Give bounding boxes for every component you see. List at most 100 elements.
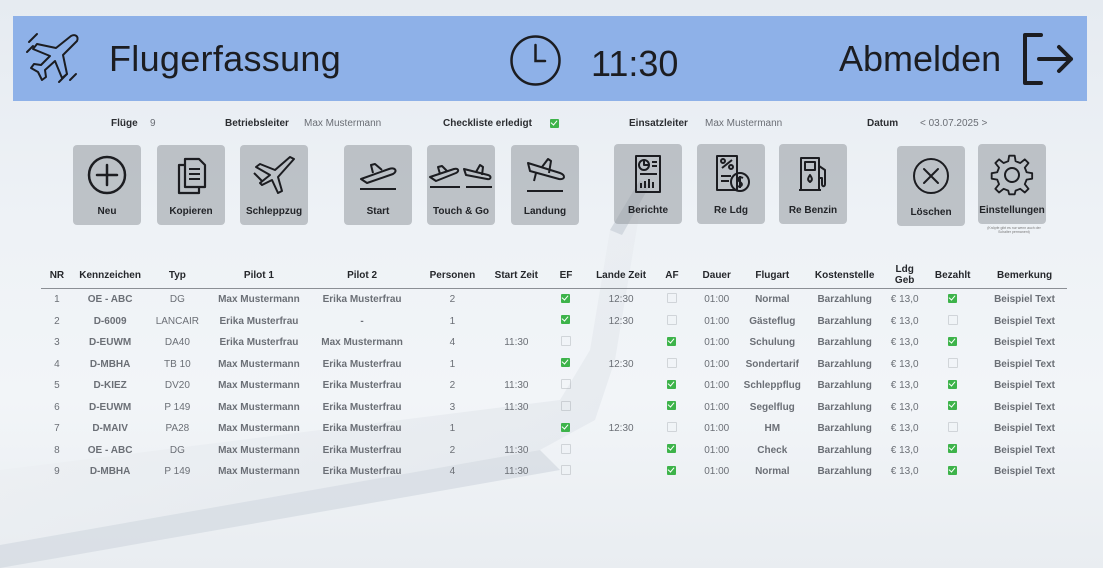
landing-button[interactable]: Landung [511, 145, 579, 225]
checkbox-unchecked[interactable] [947, 314, 958, 325]
col-kennzeichen[interactable]: Kennzeichen [72, 262, 148, 289]
cell-ef[interactable] [542, 311, 591, 333]
cell-ef[interactable] [542, 440, 591, 462]
checkbox-unchecked[interactable] [666, 314, 677, 325]
table-row[interactable]: 7 D-MAIV PA28 Max Mustermann Erika Musterfra… [41, 418, 1067, 440]
cell-bezahlt[interactable] [923, 397, 982, 419]
checkbox-checked[interactable] [948, 379, 958, 389]
checkbox-checked[interactable] [667, 379, 677, 389]
checkbox-unchecked[interactable] [666, 422, 677, 433]
copy-button[interactable]: Kopieren [157, 145, 225, 225]
checkbox-unchecked[interactable] [560, 443, 571, 454]
table-row[interactable]: 2 D-6009 LANCAIR Erika Musterfrau - 1 12:30 01:… [41, 311, 1067, 333]
checkbox-unchecked[interactable] [947, 422, 958, 433]
cell-af[interactable] [652, 418, 692, 440]
settings-button[interactable]: Einstellungen [978, 144, 1046, 224]
checkbox-checked[interactable] [667, 444, 677, 454]
col-dauer[interactable]: Dauer [692, 262, 742, 289]
start-button[interactable]: Start [344, 145, 412, 225]
checkbox-unchecked[interactable] [560, 400, 571, 411]
delete-button[interactable]: Löschen [897, 146, 965, 226]
cell-start-zeit: 11:30 [504, 444, 529, 456]
cell-bezahlt[interactable] [923, 461, 982, 483]
cell-bezahlt[interactable] [923, 440, 982, 462]
checkbox-checked[interactable] [948, 293, 958, 303]
table-row[interactable]: 1 OE - ABC DG Max Mustermann Erika Musterfra… [41, 289, 1067, 311]
col-flugart[interactable]: Flugart [741, 262, 804, 289]
logout-arrow-icon[interactable] [1019, 31, 1077, 87]
cell-bezahlt[interactable] [923, 311, 982, 333]
cell-bezahlt[interactable] [923, 418, 982, 440]
checkbox-unchecked[interactable] [560, 336, 571, 347]
cell-ef[interactable] [542, 461, 591, 483]
checkbox-checked[interactable] [561, 293, 571, 303]
col-kostenstelle[interactable]: Kostenstelle [803, 262, 887, 289]
betriebsleiter-value[interactable]: Max Mustermann [304, 118, 381, 129]
checkbox-unchecked[interactable] [947, 357, 958, 368]
cell-ef[interactable] [542, 332, 591, 354]
checkbox-unchecked[interactable] [666, 293, 677, 304]
table-row[interactable]: 3 D-EUWM DA40 Erika Musterfrau Max Musterman… [41, 332, 1067, 354]
col-start-zeit[interactable]: Start Zeit [491, 262, 542, 289]
new-button[interactable]: Neu [73, 145, 141, 225]
checkbox-unchecked[interactable] [560, 379, 571, 390]
re-ldg-button[interactable]: Re Ldg [697, 144, 765, 224]
col-pilot1[interactable]: Pilot 1 [207, 262, 311, 289]
cell-af[interactable] [652, 461, 692, 483]
checkbox-checked[interactable] [667, 465, 677, 475]
checkbox-checked[interactable] [948, 401, 958, 411]
col-typ[interactable]: Typ [147, 262, 208, 289]
cell-ef[interactable] [542, 418, 591, 440]
checkbox-checked[interactable] [667, 401, 677, 411]
table-row[interactable]: 4 D-MBHA TB 10 Max Mustermann Erika Musterfr… [41, 354, 1067, 376]
cell-ef[interactable] [542, 289, 591, 311]
cell-af[interactable] [652, 354, 692, 376]
schleppzug-button[interactable]: Schleppzug [240, 145, 308, 225]
cell-af[interactable] [652, 440, 692, 462]
cell-bezahlt[interactable] [923, 354, 982, 376]
cell-pilot2: Max Mustermann [321, 337, 403, 349]
re-benzin-button[interactable]: Re Benzin [779, 144, 847, 224]
flights-table-body: 1 OE - ABC DG Max Mustermann Erika Musterfra… [41, 289, 1067, 483]
cell-af[interactable] [652, 375, 692, 397]
cell-af[interactable] [652, 289, 692, 311]
checkbox-unchecked[interactable] [666, 357, 677, 368]
col-af[interactable]: AF [651, 262, 693, 289]
col-ef[interactable]: EF [541, 262, 591, 289]
cell-ef[interactable] [542, 354, 591, 376]
table-row[interactable]: 9 D-MBHA P 149 Max Mustermann Erika Musterfr… [41, 461, 1067, 483]
touch-go-button[interactable]: Touch & Go [427, 145, 495, 225]
cell-bezahlt[interactable] [923, 375, 982, 397]
checkbox-checked[interactable] [561, 315, 571, 325]
cell-lande-zeit [590, 461, 651, 483]
col-bezahlt[interactable]: Bezahlt [923, 262, 983, 289]
col-bemerkung[interactable]: Bemerkung [982, 262, 1067, 289]
reports-button[interactable]: Berichte [614, 144, 682, 224]
col-personen[interactable]: Personen [413, 262, 492, 289]
cell-ef[interactable] [542, 375, 591, 397]
table-row[interactable]: 5 D-KIEZ DV20 Max Mustermann Erika Musterfra… [41, 375, 1067, 397]
date-selector[interactable]: < 03.07.2025 > [920, 118, 987, 129]
checkbox-checked[interactable] [561, 358, 571, 368]
cell-af[interactable] [652, 397, 692, 419]
checkbox-checked[interactable] [948, 465, 958, 475]
col-lande-zeit[interactable]: Lande Zeit [590, 262, 652, 289]
logout-button-label[interactable]: Abmelden [839, 38, 1001, 80]
checkbox-checked[interactable] [948, 444, 958, 454]
col-nr[interactable]: NR [41, 262, 73, 289]
cell-bezahlt[interactable] [923, 289, 982, 311]
table-row[interactable]: 6 D-EUWM P 149 Max Mustermann Erika Musterfr… [41, 397, 1067, 419]
col-pilot2[interactable]: Pilot 2 [310, 262, 414, 289]
cell-af[interactable] [652, 332, 692, 354]
cell-pilot1: Max Mustermann [218, 423, 300, 435]
checkbox-checked[interactable] [561, 422, 571, 432]
checkbox-checked[interactable] [948, 336, 958, 346]
col-ldg-geb[interactable]: Ldg Geb [886, 262, 924, 289]
cell-bezahlt[interactable] [923, 332, 982, 354]
checkbox-checked[interactable] [667, 336, 677, 346]
cell-af[interactable] [652, 311, 692, 333]
table-row[interactable]: 8 OE - ABC DG Max Mustermann Erika Musterfra… [41, 440, 1067, 462]
cell-ef[interactable] [542, 397, 591, 419]
einsatzleiter-value[interactable]: Max Mustermann [705, 118, 782, 129]
checkbox-unchecked[interactable] [560, 465, 571, 476]
